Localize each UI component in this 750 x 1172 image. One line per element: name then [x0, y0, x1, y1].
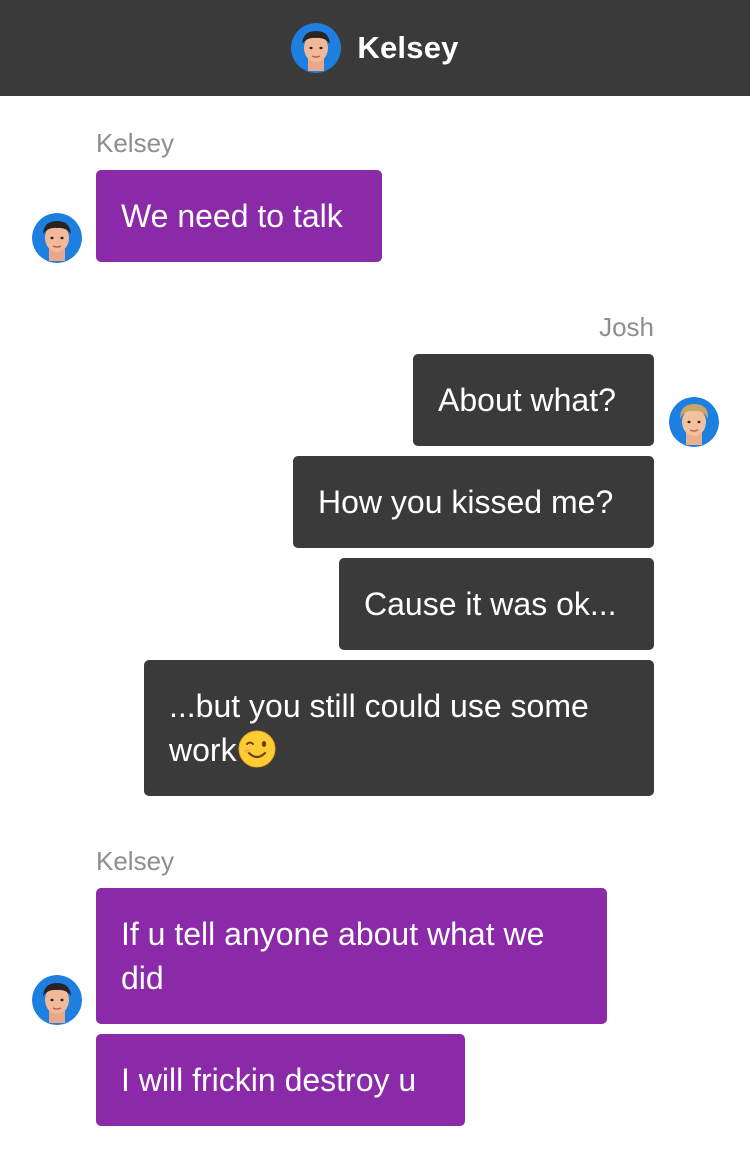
chat-title: Kelsey — [357, 30, 459, 65]
sender-name-kelsey: Kelsey — [96, 128, 175, 158]
message-bubble: If u tell anyone about what we did — [96, 888, 607, 1024]
message-text: ...but you still could use some work — [169, 688, 589, 768]
message-text: I will frickin destroy u — [121, 1062, 417, 1098]
message-text: How you kissed me? — [318, 484, 614, 520]
sender-name-kelsey: Kelsey — [96, 846, 175, 876]
message-text: If u tell anyone about what we did — [121, 916, 545, 996]
message-bubble: About what? — [413, 354, 654, 446]
kelsey-avatar-icon[interactable] — [291, 23, 342, 73]
josh-avatar-icon[interactable] — [669, 397, 719, 447]
sender-name-josh: Josh — [599, 312, 654, 342]
winking-face-icon — [237, 729, 277, 769]
message-bubble: ...but you still could use some work — [144, 660, 654, 796]
message-bubble: I will frickin destroy u — [96, 1034, 465, 1126]
message-bubble: Cause it was ok... — [339, 558, 654, 650]
kelsey-avatar-icon[interactable] — [32, 213, 82, 263]
message-bubble: How you kissed me? — [293, 456, 654, 548]
message-text: Cause it was ok... — [364, 586, 617, 622]
kelsey-avatar-icon[interactable] — [32, 975, 82, 1025]
message-bubble: We need to talk — [96, 170, 382, 262]
message-text: We need to talk — [121, 198, 343, 234]
message-text: About what? — [438, 382, 616, 418]
chat-header: Kelsey — [0, 0, 750, 96]
